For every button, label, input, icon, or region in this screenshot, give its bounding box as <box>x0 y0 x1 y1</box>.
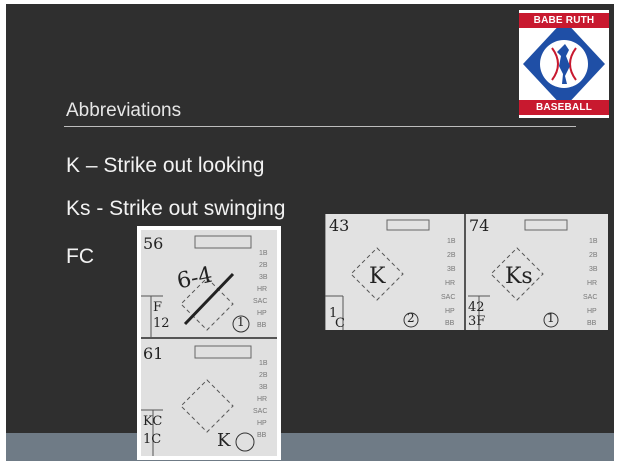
scorecard-b-bottom-row-hp: HP <box>257 420 267 427</box>
scorecard-b-top-extra-1: F <box>153 300 163 315</box>
scorecard-b-top-row-bb: BB <box>257 322 267 329</box>
scorecard-a-right-number: 74 <box>469 216 490 235</box>
scorecard-b-bottom-row-bb: BB <box>257 432 267 439</box>
scorecard-b-bottom-row-hr: HR <box>257 396 268 403</box>
scorecard-b-top-circle-number: 1 <box>237 315 245 329</box>
scorecard-b-bottom-row-sac: SAC <box>253 408 268 415</box>
scorecard-a-left-row-1b: 1B <box>447 238 456 245</box>
scorecard-b-top-row-3b: 3B <box>259 274 268 281</box>
scorecard-b-top-number: 56 <box>143 234 164 253</box>
scorecard-a-left-row-sac: SAC <box>441 294 456 301</box>
scorecard-b-k-mark: K <box>217 430 231 451</box>
scorecard-a-left-circle-number: 2 <box>407 311 415 325</box>
scorecard-a-right-row-hp: HP <box>587 308 597 315</box>
babe-ruth-baseball-logo: BABE RUTH BASEBALL <box>519 10 609 118</box>
subtitle-divider <box>64 126 576 127</box>
scorecard-a-graphic <box>325 214 608 330</box>
scorecard-a-k-mark: K <box>369 264 386 289</box>
scorecard-a-left-row-2b: 2B <box>447 252 456 259</box>
scorecard-b-top-row-1b: 1B <box>259 250 268 257</box>
logo-bottom-text: BASEBALL <box>519 100 609 115</box>
scorecard-a-left-row-bb: BB <box>445 320 455 327</box>
scorecard-a-right-row-bb: BB <box>587 320 597 327</box>
scorecard-a-right-row-sac: SAC <box>583 294 598 301</box>
scorecard-a-right-row-1b: 1B <box>589 238 598 245</box>
scorecard-a-left-row-hr: HR <box>445 280 456 287</box>
scorecard-b-bottom-row-3b: 3B <box>259 384 268 391</box>
slide-subtitle: Abbreviations <box>66 100 182 121</box>
scorecard-a-left-extra-2: C <box>335 316 345 330</box>
scorecard-a-ks-mark: Ks <box>505 264 533 289</box>
scorecard-a-left-row-3b: 3B <box>447 266 456 273</box>
scorecard-b-bottom-row-2b: 2B <box>259 372 268 379</box>
scorecard-b-bottom-extra-2: 1C <box>143 432 162 447</box>
scorecard-a-right-row-2b: 2B <box>589 252 598 259</box>
scorecard-a-left-number: 43 <box>329 216 350 235</box>
scorecard-b-bottom-extra-1: KC <box>143 414 163 429</box>
scorecard-b-top-row-hp: HP <box>257 310 267 317</box>
scorecard-b-top-row-hr: HR <box>257 286 268 293</box>
scorecard-a-left-row-hp: HP <box>445 308 455 315</box>
scorecard-a-right-row-hr: HR <box>587 280 598 287</box>
scorecard-image-fc: 56 6-4 1 F 12 61 K KC 1C 1B 2B 3B HR SAC… <box>137 226 281 460</box>
scorecard-b-bottom-number: 61 <box>143 344 164 363</box>
scorecard-a-right-extra-2: 3F <box>468 314 486 329</box>
scorecard-a-right-circle-number: 1 <box>547 311 555 325</box>
scorecard-b-bottom-row-1b: 1B <box>259 360 268 367</box>
bullet-fc-definition: FC <box>66 245 94 268</box>
bullet-k-definition: K – Strike out looking <box>66 154 265 177</box>
scorecard-image-k-ks: 43 74 K Ks 2 1 1 C 42 3F 1B 2B 3B HR SAC… <box>325 214 608 330</box>
scorecard-b-top-row-sac: SAC <box>253 298 268 305</box>
scorecard-a-right-extra-1: 42 <box>468 300 485 315</box>
logo-top-text: BABE RUTH <box>519 13 609 28</box>
footer-bar <box>6 433 614 461</box>
scorecard-b-top-row-2b: 2B <box>259 262 268 269</box>
bullet-ks-definition: Ks - Strike out swinging <box>66 197 286 220</box>
slide: BABE RUTH BASEBALL Abbreviations K – Str… <box>0 0 620 465</box>
scorecard-b-top-extra-2: 12 <box>153 316 170 331</box>
scorecard-a-right-row-3b: 3B <box>589 266 598 273</box>
